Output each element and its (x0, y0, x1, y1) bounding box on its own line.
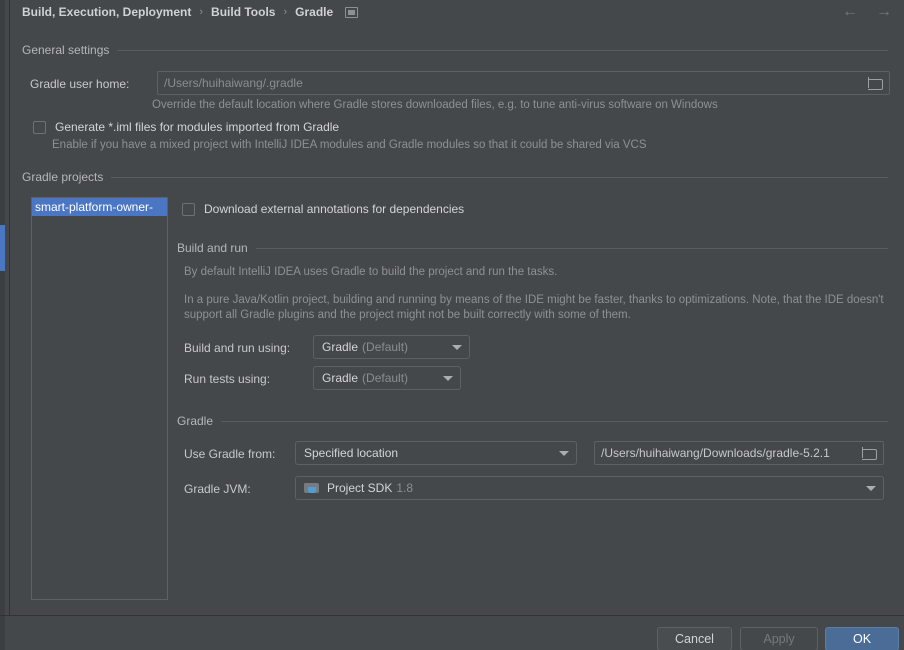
run-tests-using-value: Gradle (322, 371, 359, 385)
build-and-run-paragraph-1: By default IntelliJ IDEA uses Gradle to … (184, 266, 558, 278)
cancel-button[interactable]: Cancel (657, 627, 732, 650)
build-and-run-using-value-wrap: Gradle (Default) (322, 340, 446, 354)
navigation-arrows: ← → (842, 2, 892, 22)
gradle-user-home-field[interactable]: /Users/huihaiwang/.gradle (157, 71, 890, 95)
forward-arrow-icon[interactable]: → (876, 4, 892, 20)
build-and-run-using-combo[interactable]: Gradle (Default) (313, 335, 470, 359)
group-gradle: Gradle (177, 413, 888, 429)
group-title-build-and-run: Build and run (177, 241, 248, 255)
breadcrumb-item-build-tools[interactable]: Build Tools (211, 5, 275, 19)
breadcrumb-item-build-execution-deployment[interactable]: Build, Execution, Deployment (22, 5, 191, 19)
group-general-settings: General settings (22, 42, 888, 58)
run-tests-using-value-wrap: Gradle (Default) (322, 371, 437, 385)
gradle-location-input[interactable]: /Users/huihaiwang/Downloads/gradle-5.2.1 (601, 446, 858, 460)
left-scrollbar-thumb[interactable] (0, 225, 5, 271)
download-annotations-label[interactable]: Download external annotations for depend… (204, 202, 464, 216)
gradle-jvm-combo[interactable]: Project SDK 1.8 (295, 476, 884, 500)
chevron-down-icon[interactable] (559, 450, 569, 456)
breadcrumb-item-gradle[interactable]: Gradle (295, 5, 333, 19)
group-title-gradle-projects: Gradle projects (22, 170, 104, 184)
back-arrow-icon[interactable]: ← (842, 4, 858, 20)
run-tests-using-combo[interactable]: Gradle (Default) (313, 366, 461, 390)
group-title-gradle: Gradle (177, 414, 214, 428)
group-title-general-settings: General settings (22, 43, 110, 57)
generate-iml-checkbox-row[interactable]: Generate *.iml files for modules importe… (33, 120, 339, 134)
folder-icon[interactable] (862, 447, 877, 460)
gradle-settings-dialog: Build, Execution, Deployment › Build Too… (0, 0, 904, 650)
breadcrumb: Build, Execution, Deployment › Build Too… (22, 2, 359, 22)
group-separator-line (111, 176, 888, 178)
use-gradle-from-combo[interactable]: Specified location (295, 441, 577, 465)
breadcrumb-separator: › (199, 6, 204, 18)
run-tests-using-value-suffix: (Default) (362, 371, 409, 385)
use-gradle-from-value: Specified location (304, 446, 399, 460)
list-item[interactable]: smart-platform-owner- (32, 198, 167, 216)
apply-button[interactable]: Apply (740, 627, 818, 650)
generate-iml-hint: Enable if you have a mixed project with … (52, 139, 647, 151)
build-and-run-using-value: Gradle (322, 340, 359, 354)
ok-button[interactable]: OK (825, 627, 899, 650)
footer-separator (0, 615, 904, 616)
generate-iml-checkbox[interactable] (33, 120, 46, 134)
left-scrollbar-track[interactable] (0, 0, 5, 650)
build-and-run-paragraph-2-line-2: support all Gradle plugins and the proje… (184, 309, 631, 321)
gradle-user-home-hint: Override the default location where Grad… (152, 99, 718, 111)
folder-icon[interactable] (868, 77, 883, 90)
chevron-down-icon[interactable] (452, 344, 462, 350)
breadcrumb-separator: › (283, 6, 288, 18)
gradle-user-home-label: Gradle user home: (30, 77, 130, 91)
group-separator-line (255, 247, 888, 249)
jdk-icon (304, 482, 320, 495)
build-and-run-paragraph-2-line-1: In a pure Java/Kotlin project, building … (184, 294, 884, 306)
gradle-jvm-label: Gradle JVM: (184, 482, 251, 496)
gradle-jvm-value-suffix: 1.8 (396, 481, 414, 495)
reset-settings-icon[interactable] (345, 6, 359, 18)
group-gradle-projects: Gradle projects (22, 169, 888, 185)
chevron-down-icon[interactable] (443, 375, 453, 381)
gradle-user-home-input[interactable]: /Users/huihaiwang/.gradle (164, 76, 864, 90)
generate-iml-label[interactable]: Generate *.iml files for modules importe… (55, 120, 339, 134)
group-separator-line (221, 420, 888, 422)
gradle-jvm-value-wrap: Project SDK 1.8 (304, 481, 860, 495)
group-build-and-run: Build and run (177, 240, 888, 256)
download-annotations-checkbox-row[interactable]: Download external annotations for depend… (182, 202, 464, 216)
gradle-jvm-value: Project SDK (327, 481, 393, 495)
build-and-run-using-value-suffix: (Default) (362, 340, 409, 354)
gradle-location-field[interactable]: /Users/huihaiwang/Downloads/gradle-5.2.1 (594, 441, 884, 465)
use-gradle-from-label: Use Gradle from: (184, 447, 276, 461)
run-tests-using-label: Run tests using: (184, 372, 271, 386)
panel-divider (9, 0, 10, 616)
group-separator-line (117, 49, 888, 51)
download-annotations-checkbox[interactable] (182, 202, 195, 216)
build-and-run-using-label: Build and run using: (184, 341, 291, 355)
gradle-projects-list[interactable]: smart-platform-owner- (31, 197, 168, 600)
chevron-down-icon[interactable] (866, 485, 876, 491)
